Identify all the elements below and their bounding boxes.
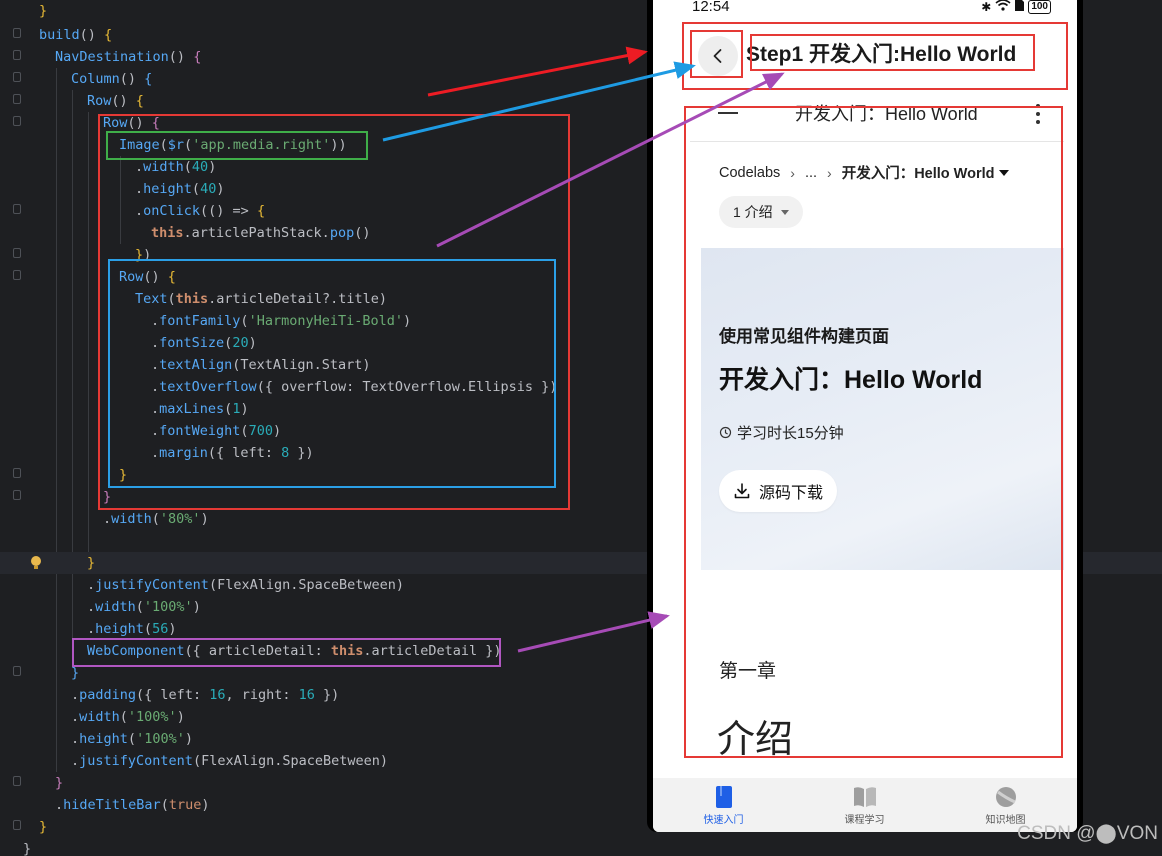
editor-gutter [0, 0, 28, 856]
code-line[interactable]: .hideTitleBar(true) [55, 794, 209, 816]
globe-icon [995, 787, 1016, 807]
annotation-green-box-image [106, 131, 368, 160]
code-line[interactable]: build() { [39, 24, 112, 46]
code-line[interactable]: } [39, 0, 47, 22]
annotation-purple-box-webcomponent [72, 638, 501, 667]
wifi-icon [995, 0, 1011, 14]
battery-icon: 100 [1028, 0, 1051, 14]
fold-marker[interactable] [13, 270, 21, 280]
fold-marker[interactable] [13, 776, 21, 786]
lightbulb-icon[interactable] [30, 556, 42, 570]
tab-quick-start[interactable]: 快速入门 [653, 778, 794, 832]
code-line[interactable]: Row() { [87, 90, 144, 112]
fold-marker[interactable] [13, 28, 21, 38]
code-line[interactable]: .justifyContent(FlexAlign.SpaceBetween) [71, 750, 388, 772]
bottom-tab-bar: 快速入门 课程学习 知识地图 [653, 778, 1077, 832]
code-line[interactable]: } [23, 838, 31, 856]
fold-marker[interactable] [13, 72, 21, 82]
annotation-red-box-nav [682, 22, 1068, 90]
bluetooth-icon: ✱ [981, 0, 992, 14]
sim-icon [1015, 0, 1025, 14]
status-bar: 12:54 ✱ 100 [653, 0, 1077, 18]
annotation-blue-box-text [108, 259, 556, 488]
fold-marker[interactable] [13, 50, 21, 60]
book-icon [715, 786, 732, 808]
code-line[interactable]: } [39, 816, 47, 838]
code-line[interactable]: } [55, 772, 63, 794]
annotation-red-box-web [684, 106, 1063, 758]
code-line[interactable]: .height('100%') [71, 728, 193, 750]
fold-marker[interactable] [13, 248, 21, 258]
fold-marker[interactable] [13, 116, 21, 126]
fold-marker[interactable] [13, 490, 21, 500]
code-line[interactable]: .padding({ left: 16, right: 16 }) [71, 684, 339, 706]
code-line[interactable]: .width('100%') [87, 596, 201, 618]
code-line[interactable]: .width('80%') [103, 508, 209, 530]
status-time: 12:54 [692, 0, 730, 15]
code-line[interactable]: NavDestination() { [55, 46, 201, 68]
fold-marker[interactable] [13, 820, 21, 830]
fold-marker[interactable] [13, 666, 21, 676]
code-line[interactable]: Column() { [71, 68, 152, 90]
code-line[interactable]: .justifyContent(FlexAlign.SpaceBetween) [87, 574, 404, 596]
tab-label: 课程学习 [844, 815, 885, 826]
status-icons: ✱ 100 [981, 0, 1051, 14]
fold-marker[interactable] [13, 468, 21, 478]
fold-marker[interactable] [13, 204, 21, 214]
indent-guide [88, 112, 89, 552]
code-line[interactable]: .height(56) [87, 618, 176, 640]
tab-label: 快速入门 [703, 815, 744, 826]
open-book-icon [853, 787, 876, 807]
indent-guide [56, 68, 57, 772]
watermark: CSDN @⬤VON [1017, 823, 1158, 844]
tab-courses[interactable]: 课程学习 [794, 778, 935, 832]
indent-guide [72, 90, 73, 662]
fold-marker[interactable] [13, 94, 21, 104]
code-line[interactable]: .width('100%') [71, 706, 185, 728]
